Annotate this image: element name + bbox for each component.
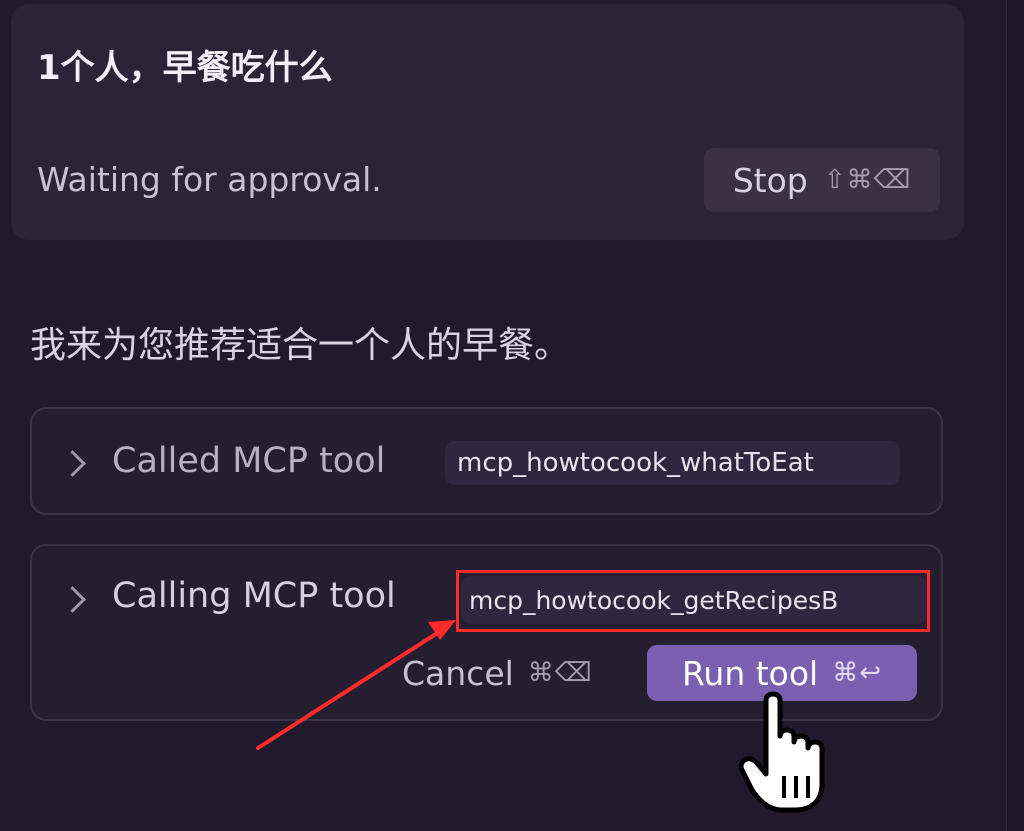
tool-call-label: Calling MCP tool: [112, 576, 396, 616]
user-message-text: 1个人，早餐吃什么: [37, 48, 333, 88]
cancel-shortcut-hint: ⌘⌫: [527, 658, 593, 688]
run-tool-button-label: Run tool: [681, 653, 819, 693]
tool-call-card-called[interactable]: Called MCP tool mcp_howtocook_whatToEat: [30, 407, 943, 515]
annotation-highlight-box: [456, 570, 930, 632]
run-tool-shortcut-hint: ⌘↩: [832, 658, 883, 688]
run-tool-button[interactable]: Run tool ⌘↩: [647, 645, 917, 701]
cancel-button[interactable]: Cancel ⌘⌫: [402, 644, 593, 702]
approval-status: Waiting for approval.: [37, 160, 382, 199]
stop-button-label: Stop: [732, 160, 808, 200]
stop-button[interactable]: Stop ⇧⌘⌫: [704, 148, 940, 212]
user-message-card: 1个人，早餐吃什么 Waiting for approval. Stop ⇧⌘⌫: [11, 4, 964, 240]
scrollbar-track[interactable]: [1006, 0, 1024, 831]
tool-call-label: Called MCP tool: [112, 441, 386, 481]
assistant-reply: 我来为您推荐适合一个人的早餐。: [30, 325, 571, 366]
stop-shortcut-hint: ⇧⌘⌫: [823, 165, 912, 195]
chevron-right-icon[interactable]: [59, 586, 86, 613]
chevron-right-icon[interactable]: [59, 450, 86, 477]
tool-name-chip: mcp_howtocook_whatToEat: [445, 441, 900, 485]
cancel-button-label: Cancel: [402, 653, 514, 693]
